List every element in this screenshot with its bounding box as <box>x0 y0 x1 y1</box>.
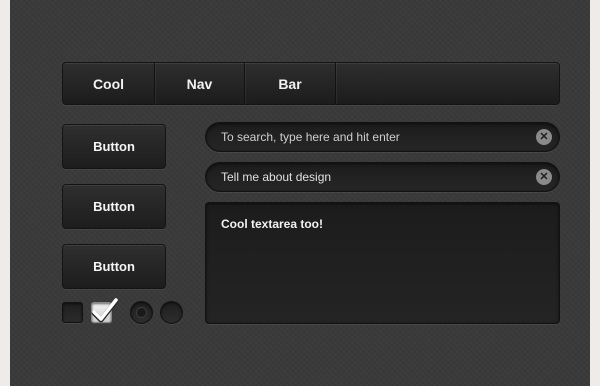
radio-unselected[interactable] <box>160 301 183 324</box>
search-field: ✕ <box>205 122 560 152</box>
button-1[interactable]: Button <box>62 124 166 169</box>
button-3[interactable]: Button <box>62 244 166 289</box>
about-input[interactable] <box>221 163 521 191</box>
nav-item-bar[interactable]: Bar <box>245 63 336 104</box>
close-circle-icon[interactable]: ✕ <box>536 129 552 145</box>
textarea[interactable]: Cool textarea too! <box>205 202 560 324</box>
ui-kit-canvas: Cool Nav Bar Button Button Button ✕ ✕ Co… <box>10 0 590 386</box>
nav-item-cool[interactable]: Cool <box>63 63 155 104</box>
about-field: ✕ <box>205 162 560 192</box>
close-circle-icon[interactable]: ✕ <box>536 169 552 185</box>
button-2[interactable]: Button <box>62 184 166 229</box>
nav-item-nav[interactable]: Nav <box>155 63 245 104</box>
checkmark-icon <box>91 298 119 323</box>
checkbox-checked[interactable] <box>91 298 119 323</box>
radio-dot-icon <box>137 308 146 317</box>
search-input[interactable] <box>221 123 521 151</box>
radio-selected[interactable] <box>130 301 153 324</box>
checkbox-unchecked[interactable] <box>62 302 83 323</box>
nav-bar: Cool Nav Bar <box>62 62 560 105</box>
